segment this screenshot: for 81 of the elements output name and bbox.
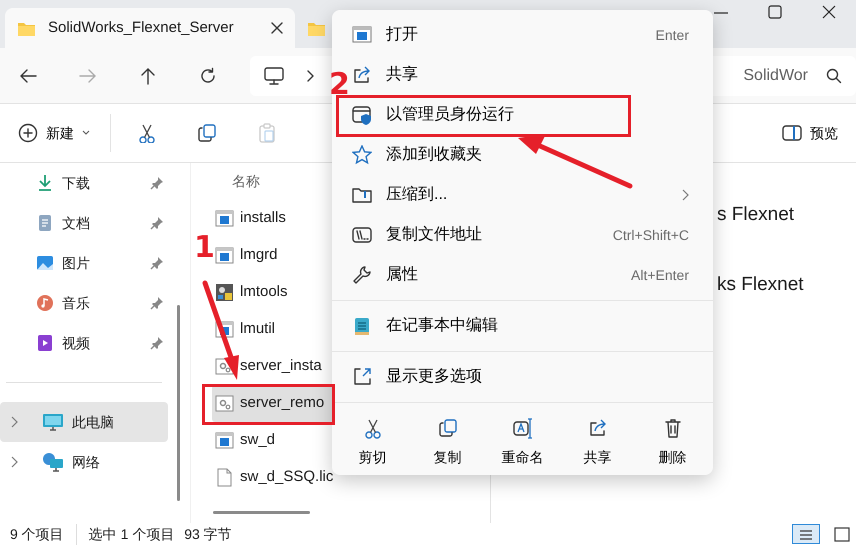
chevron-icon[interactable] bbox=[10, 416, 18, 428]
scrollbar[interactable] bbox=[213, 511, 310, 514]
gear-file-icon bbox=[215, 394, 234, 413]
file-item[interactable]: sw_d_SSQ.lic bbox=[215, 459, 334, 496]
plus-icon bbox=[18, 123, 38, 143]
file-item[interactable]: lmutil bbox=[215, 311, 334, 348]
sidebar-item[interactable]: 文档 bbox=[0, 203, 168, 243]
document-icon bbox=[36, 214, 54, 232]
step-number: 1 bbox=[194, 233, 215, 263]
file-item[interactable]: sw_d bbox=[215, 422, 334, 459]
menu-item[interactable]: 打开 Enter bbox=[350, 15, 709, 55]
preview-text: ks Flexnet bbox=[717, 274, 804, 295]
file-item[interactable]: server_remo bbox=[212, 385, 334, 422]
sidebar-item[interactable]: 网络 bbox=[0, 442, 168, 482]
tiles-view-icon bbox=[833, 526, 851, 542]
menu-action-button[interactable]: 共享 bbox=[560, 414, 635, 472]
sidebar-item[interactable]: 下载 bbox=[0, 163, 168, 203]
wrench-icon bbox=[352, 265, 372, 285]
app-icon bbox=[215, 209, 234, 228]
preview-text: s Flexnet bbox=[717, 204, 794, 225]
expand-icon bbox=[352, 367, 372, 387]
paste-icon bbox=[257, 123, 277, 143]
file-item[interactable]: lmgrd bbox=[215, 237, 334, 274]
maximize-icon[interactable] bbox=[768, 5, 782, 19]
status-text: 选中 1 个项目 bbox=[88, 524, 174, 544]
search-icon bbox=[826, 68, 842, 84]
video-icon bbox=[36, 334, 54, 352]
step-number: 2 bbox=[329, 70, 350, 100]
menu-item[interactable]: 显示更多选项 bbox=[350, 357, 709, 397]
sidebar-item[interactable]: 视频 bbox=[0, 323, 168, 363]
details-view-button[interactable] bbox=[792, 524, 820, 544]
new-button[interactable]: 新建 bbox=[14, 118, 94, 148]
cut-icon bbox=[137, 123, 157, 143]
window-tab[interactable]: SolidWorks_Flexnet_Server bbox=[5, 8, 295, 48]
cut-icon bbox=[362, 418, 382, 439]
shield-window-icon bbox=[352, 105, 372, 125]
status-text: 93 字节 bbox=[184, 524, 232, 544]
monitor-icon bbox=[42, 412, 64, 432]
monitor-icon bbox=[264, 66, 284, 84]
app-icon bbox=[215, 246, 234, 265]
sidebar-item[interactable]: 音乐 bbox=[0, 283, 168, 323]
download-icon bbox=[36, 174, 54, 192]
status-text: 9 个项目 bbox=[10, 524, 77, 544]
menu-item[interactable]: 属性 Alt+Enter bbox=[350, 255, 709, 295]
menu-item[interactable]: 共享 bbox=[350, 55, 709, 95]
network-icon bbox=[42, 452, 64, 472]
file-item[interactable]: installs bbox=[215, 200, 334, 237]
close-icon[interactable] bbox=[822, 5, 836, 19]
menu-item[interactable]: 压缩到... bbox=[350, 175, 709, 215]
picture-icon bbox=[36, 254, 54, 272]
preview-pane-icon bbox=[782, 125, 802, 141]
copy-icon bbox=[197, 123, 217, 143]
copy-icon bbox=[438, 418, 458, 439]
file-item[interactable]: lmtools bbox=[215, 274, 334, 311]
caret-icon bbox=[82, 130, 90, 136]
menu-action-button[interactable]: 复制 bbox=[410, 414, 485, 472]
chevron-icon[interactable] bbox=[10, 456, 18, 468]
close-icon[interactable] bbox=[271, 22, 283, 34]
scrollbar[interactable] bbox=[177, 305, 180, 501]
file-icon bbox=[215, 468, 234, 487]
sidebar-item[interactable]: 此电脑 bbox=[0, 402, 168, 442]
app-window-icon bbox=[352, 25, 372, 45]
chevron-right-icon bbox=[306, 70, 314, 82]
trash-icon bbox=[662, 418, 682, 439]
menu-action-button[interactable]: 剪切 bbox=[335, 414, 410, 472]
music-icon bbox=[36, 294, 54, 312]
rename-icon bbox=[512, 418, 532, 439]
menu-item[interactable]: 以管理员身份运行 bbox=[350, 95, 709, 135]
share-icon bbox=[352, 65, 372, 85]
notepad-icon bbox=[352, 316, 372, 336]
menu-action-button[interactable]: 重命名 bbox=[485, 414, 560, 472]
menu-item[interactable]: 添加到收藏夹 bbox=[350, 135, 709, 175]
sidebar-item[interactable]: 图片 bbox=[0, 243, 168, 283]
menu-action-button[interactable]: 删除 bbox=[635, 414, 710, 472]
star-icon bbox=[352, 145, 372, 165]
path-icon bbox=[352, 225, 372, 245]
tools-icon bbox=[215, 283, 234, 302]
menu-item[interactable]: 复制文件地址 Ctrl+Shift+C bbox=[350, 215, 709, 255]
preview-button[interactable]: 预览 bbox=[778, 118, 842, 148]
menu-item[interactable]: 在记事本中编辑 bbox=[350, 306, 709, 346]
app-icon bbox=[215, 431, 234, 450]
